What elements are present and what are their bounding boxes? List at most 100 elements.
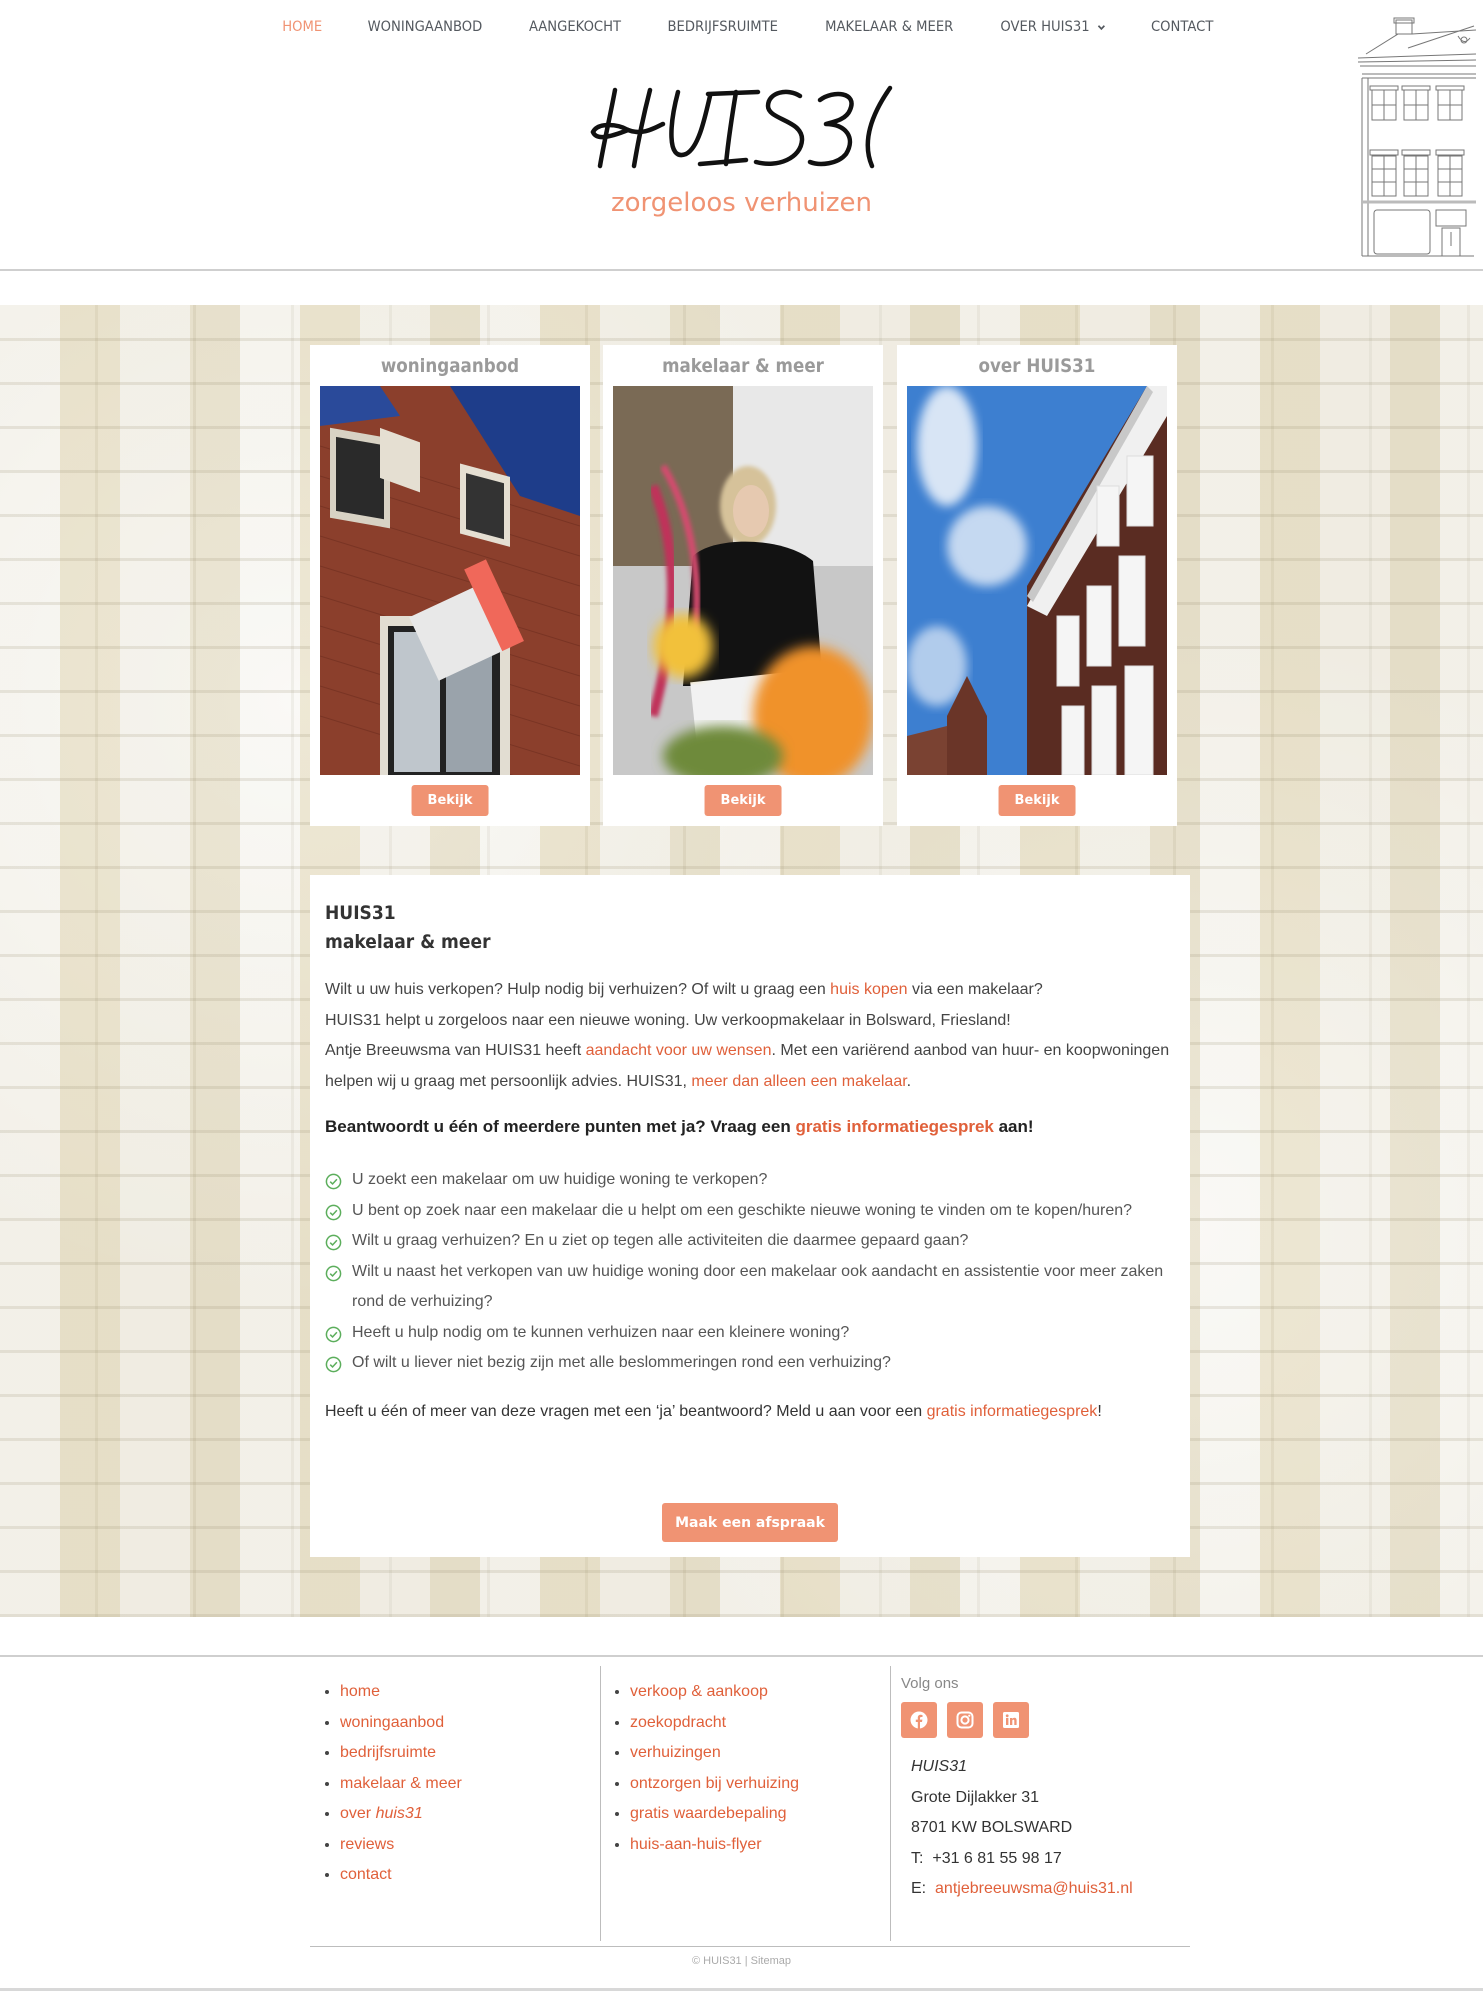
card-title: over HUIS31 <box>978 355 1096 377</box>
intro-text: Wilt u uw huis verkopen? Hulp nodig bij … <box>325 981 831 998</box>
footer-link-makelaar-meer[interactable]: makelaar & meer <box>340 1769 600 1800</box>
link-gratis-informatiegesprek[interactable]: gratis informatiegesprek <box>795 1117 993 1136</box>
card-image-woningaanbod[interactable] <box>320 386 580 775</box>
link-huis-kopen[interactable]: huis kopen <box>830 981 907 998</box>
make-appointment-button[interactable]: Maak een afspraak <box>662 1503 838 1542</box>
card-over-huis31: over HUIS31 Bekijk <box>897 345 1177 826</box>
facebook-button[interactable] <box>901 1702 937 1738</box>
nav-item-over-huis31[interactable]: OVER HUIS31 <box>982 14 1125 41</box>
huis31-logo[interactable] <box>588 82 898 172</box>
instagram-button[interactable] <box>947 1702 983 1738</box>
bekijk-button-makelaar-meer[interactable]: Bekijk <box>704 785 782 816</box>
nav-label: AANGEKOCHT <box>528 19 621 35</box>
outro-text: Heeft u één of meer van deze vragen met … <box>325 1402 927 1420</box>
link-meer-dan-makelaar[interactable]: meer dan alleen een makelaar <box>691 1073 906 1090</box>
phone-line: T: +31 6 81 55 98 17 <box>911 1844 1190 1875</box>
card-makelaar-meer: makelaar & meer Bekijk <box>603 345 883 826</box>
nav-label: MAKELAAR & MEER <box>825 19 954 35</box>
check-circle-icon <box>325 1204 342 1220</box>
linkedin-icon <box>1003 1712 1019 1728</box>
nav-label: OVER HUIS31 <box>1000 19 1091 35</box>
nav-item-contact[interactable]: CONTACT <box>1133 14 1233 41</box>
check-circle-icon <box>325 1326 342 1342</box>
chevron-down-icon[interactable] <box>1098 23 1106 32</box>
link-aandacht-wensen[interactable]: aandacht voor uw wensen <box>586 1042 772 1059</box>
intro-text: via een makelaar? <box>907 981 1043 998</box>
nav-item-bedrijfsruimte[interactable]: BEDRIJFSRUIMTE <box>648 14 796 41</box>
intro-text: . <box>906 1072 912 1090</box>
nav-item-woningaanbod[interactable]: WONINGAANBOD <box>348 14 500 41</box>
intro-content: HUIS31 makelaar & meer Wilt u uw huis ve… <box>310 875 1190 1557</box>
footer-col-services: verkoop & aankoop zoekopdracht verhuizin… <box>600 1666 890 1941</box>
phone-number[interactable]: +31 6 81 55 98 17 <box>932 1850 1061 1867</box>
facebook-icon <box>910 1711 928 1729</box>
footer-link-ontzorgen[interactable]: ontzorgen bij verhuizing <box>630 1769 890 1800</box>
nav-label: CONTACT <box>1151 19 1214 35</box>
nav-label: WONINGAANBOD <box>367 19 482 35</box>
house-facade-icon <box>1357 17 1477 257</box>
checklist-text: U zoekt een makelaar om uw huidige wonin… <box>352 1171 768 1188</box>
card-title: makelaar & meer <box>662 355 824 377</box>
footer-link-text[interactable]: bedrijfsruimte <box>340 1744 436 1761</box>
email-link[interactable]: antjebreeuwsma@huis31.nl <box>935 1880 1133 1897</box>
footer-link-home[interactable]: home <box>340 1677 600 1708</box>
city-address: 8701 KW BOLSWARD <box>911 1819 1073 1836</box>
content-heading-subtitle: makelaar & meer <box>325 931 491 953</box>
footer-link-text[interactable]: ontzorgen bij verhuizing <box>630 1775 799 1792</box>
nav-label: HOME <box>282 19 323 35</box>
footer-link-woningaanbod[interactable]: woningaanbod <box>340 1708 600 1739</box>
footer-link-bedrijfsruimte[interactable]: bedrijfsruimte <box>340 1738 600 1769</box>
nav-item-makelaar-meer[interactable]: MAKELAAR & MEER <box>806 14 972 41</box>
footer-link-waardebepaling[interactable]: gratis waardebepaling <box>630 1799 890 1830</box>
question-text: aan! <box>993 1117 1034 1136</box>
nav-item-aangekocht[interactable]: AANGEKOCHT <box>510 14 640 41</box>
footer-col-contact: Volg ons HUIS31 Grote Dijlakker 31 8701 … <box>890 1666 1190 1941</box>
card-image-makelaar-meer[interactable] <box>613 386 873 775</box>
linkedin-button[interactable] <box>993 1702 1029 1738</box>
footer-link-text[interactable]: zoekopdracht <box>630 1714 726 1731</box>
footer-link-text[interactable]: woningaanbod <box>340 1714 444 1731</box>
footer-col-pages: home woningaanbod bedrijfsruimte makelaa… <box>310 1666 600 1941</box>
phone-label: T: <box>911 1849 924 1867</box>
footer-link-reviews[interactable]: reviews <box>340 1830 600 1861</box>
footer-link-verhuizingen[interactable]: verhuizingen <box>630 1738 890 1769</box>
footer-link-text[interactable]: over huis31 <box>340 1805 423 1822</box>
footer-link-text[interactable]: gratis waardebepaling <box>630 1805 787 1822</box>
footer-link-verkoop-aankoop[interactable]: verkoop & aankoop <box>630 1677 890 1708</box>
outro-text: ! <box>1097 1402 1102 1420</box>
footer-link-text[interactable]: contact <box>340 1866 392 1883</box>
footer-link-text[interactable]: huis-aan-huis-flyer <box>630 1836 762 1853</box>
footer-link-text[interactable]: verhuizingen <box>630 1744 721 1761</box>
check-circle-icon <box>325 1173 342 1190</box>
footer-link-text[interactable]: reviews <box>340 1836 394 1853</box>
copyright[interactable]: © HUIS31 | Sitemap <box>0 1955 1483 1967</box>
bekijk-button-woningaanbod[interactable]: Bekijk <box>411 785 489 816</box>
header-divider <box>0 269 1483 271</box>
link-gratis-informatiegesprek-2[interactable]: gratis informatiegesprek <box>927 1403 1098 1420</box>
nav-item-home[interactable]: HOME <box>264 14 342 41</box>
card-image-over-huis31[interactable] <box>907 386 1167 775</box>
footer-link-text[interactable]: home <box>340 1683 380 1700</box>
nav-list: HOME WONINGAANBOD AANGEKOCHT BEDRIJFSRUI… <box>261 14 1236 41</box>
footer-link-part: over <box>340 1805 376 1822</box>
intro-paragraph: Wilt u uw huis verkopen? Hulp nodig bij … <box>325 975 1175 1097</box>
check-circle-icon <box>325 1234 342 1251</box>
follow-us-label: Volg ons <box>901 1675 959 1692</box>
card-woningaanbod: woningaanbod Bekijk <box>310 345 590 826</box>
check-circle-icon <box>325 1265 342 1281</box>
main-nav: HOME WONINGAANBOD AANGEKOCHT BEDRIJFSRUI… <box>0 14 1483 41</box>
checklist-text: Heeft u hulp nodig om te kunnen verhuize… <box>352 1323 850 1341</box>
street-address: Grote Dijlakker 31 <box>911 1788 1040 1806</box>
social-links <box>901 1702 1190 1738</box>
footer-link-over-huis31[interactable]: over huis31 <box>340 1799 600 1830</box>
footer-link-text[interactable]: makelaar & meer <box>340 1775 462 1792</box>
footer-link-contact[interactable]: contact <box>340 1860 600 1891</box>
bekijk-button-over-huis31[interactable]: Bekijk <box>998 785 1076 816</box>
footer-link-zoekopdracht[interactable]: zoekopdracht <box>630 1708 890 1739</box>
checklist: U zoekt een makelaar om uw huidige wonin… <box>325 1165 1175 1379</box>
checklist-text: U bent op zoek naar een makelaar die u h… <box>352 1201 1133 1219</box>
footer-link-text[interactable]: verkoop & aankoop <box>630 1683 768 1700</box>
footer-link-flyer[interactable]: huis-aan-huis-flyer <box>630 1830 890 1861</box>
footer-divider <box>0 1655 1483 1657</box>
question-text: Beantwoordt u één of meerdere punten met… <box>325 1117 796 1136</box>
